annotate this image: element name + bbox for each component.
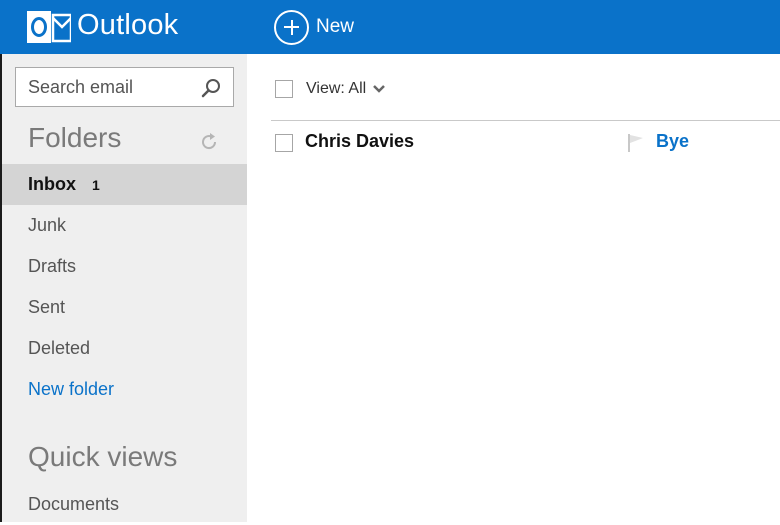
search-placeholder: Search email xyxy=(28,77,134,97)
list-divider xyxy=(271,120,780,121)
new-folder-link[interactable]: New folder xyxy=(0,369,247,410)
top-bar: Outlook New xyxy=(0,0,780,54)
new-message-button[interactable]: New xyxy=(274,9,354,45)
chevron-down-icon[interactable] xyxy=(373,85,385,93)
message-row[interactable]: Chris Davies Bye xyxy=(247,128,780,158)
folder-item-inbox[interactable]: Inbox 1 xyxy=(0,164,247,205)
search-input[interactable]: Search email xyxy=(15,67,234,107)
folder-item-drafts[interactable]: Drafts xyxy=(0,246,247,287)
new-folder-label: New folder xyxy=(28,379,115,399)
view-filter-dropdown[interactable]: View: All xyxy=(306,80,366,98)
search-icon[interactable] xyxy=(201,78,221,98)
quick-views-heading: Quick views xyxy=(28,441,178,472)
quick-view-label: Documents xyxy=(28,494,120,514)
select-all-checkbox[interactable] xyxy=(275,80,293,98)
plus-icon xyxy=(274,9,309,45)
folder-label: Sent xyxy=(28,297,66,317)
refresh-icon[interactable] xyxy=(198,131,220,153)
folder-item-sent[interactable]: Sent xyxy=(0,287,247,328)
message-subject: Bye xyxy=(656,131,690,151)
outlook-logo-icon[interactable] xyxy=(27,6,71,48)
folder-label: Deleted xyxy=(28,338,91,358)
folder-label: Drafts xyxy=(28,256,77,276)
message-sender: Chris Davies xyxy=(305,131,415,151)
folder-sidebar: Search email Folders Inbox 1 Junk Drafts… xyxy=(0,54,247,522)
message-list-pane: View: All Chris Davies Bye xyxy=(247,54,780,522)
quick-view-item-documents[interactable]: Documents xyxy=(0,484,247,525)
folder-label: Inbox xyxy=(28,174,76,194)
folder-item-junk[interactable]: Junk xyxy=(0,205,247,246)
unread-count-badge: 1 xyxy=(92,177,100,193)
message-checkbox[interactable] xyxy=(275,134,293,152)
app-brand[interactable]: Outlook xyxy=(77,9,178,42)
folders-heading: Folders xyxy=(28,122,122,153)
folder-item-deleted[interactable]: Deleted xyxy=(0,328,247,369)
window-edge xyxy=(0,54,2,522)
new-button-label: New xyxy=(316,16,355,37)
flag-icon[interactable] xyxy=(627,133,645,153)
folder-label: Junk xyxy=(28,215,67,235)
